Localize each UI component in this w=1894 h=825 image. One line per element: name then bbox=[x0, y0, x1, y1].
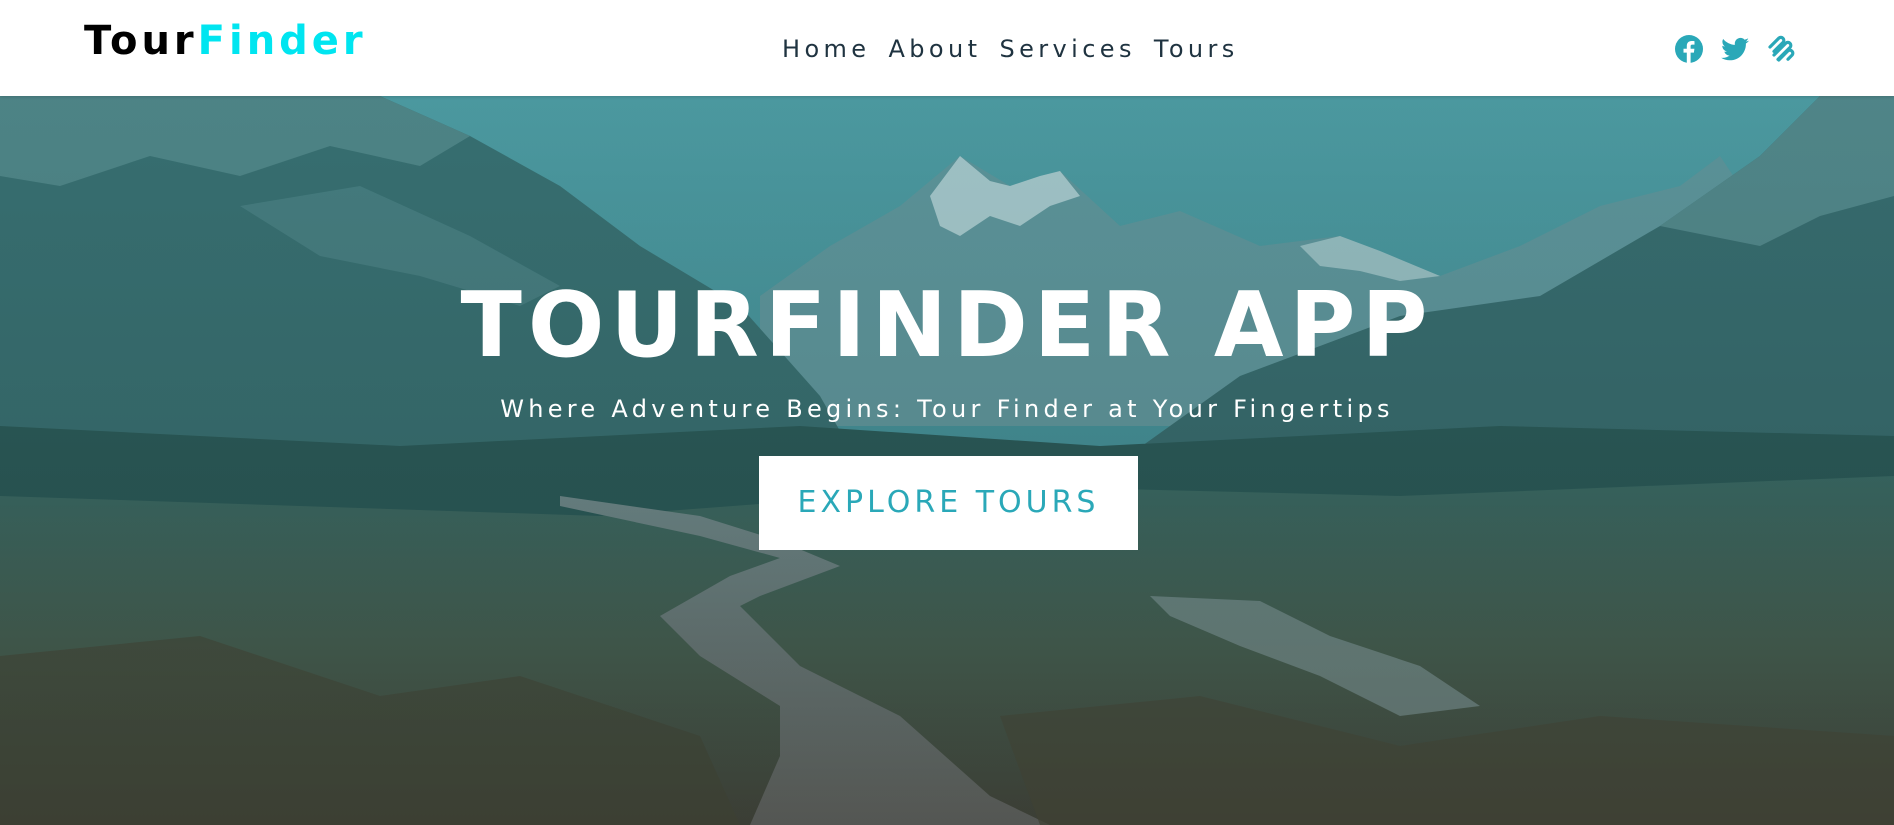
hero-title: TOURFINDER APP bbox=[460, 273, 1434, 378]
main-nav: Home About Services Tours bbox=[782, 33, 1239, 65]
brand-name-part1: Tour bbox=[84, 18, 198, 64]
twitter-icon[interactable] bbox=[1720, 34, 1750, 64]
squarespace-icon[interactable] bbox=[1766, 34, 1796, 64]
facebook-icon[interactable] bbox=[1674, 34, 1704, 64]
nav-link-tours[interactable]: Tours bbox=[1154, 33, 1239, 65]
nav-link-about[interactable]: About bbox=[888, 33, 981, 65]
explore-tours-button[interactable]: EXPLORE TOURS bbox=[759, 456, 1138, 550]
site-header: TourFinder Home About Services Tours bbox=[0, 0, 1894, 96]
social-links bbox=[1674, 34, 1796, 64]
brand-name-part2: Finder bbox=[197, 18, 367, 64]
hero-section: TOURFINDER APP Where Adventure Begins: T… bbox=[0, 96, 1894, 825]
nav-link-services[interactable]: Services bbox=[999, 33, 1135, 65]
hero-subtitle: Where Adventure Begins: Tour Finder at Y… bbox=[500, 395, 1394, 423]
nav-link-home[interactable]: Home bbox=[782, 33, 870, 65]
brand-logo[interactable]: TourFinder bbox=[84, 18, 367, 64]
